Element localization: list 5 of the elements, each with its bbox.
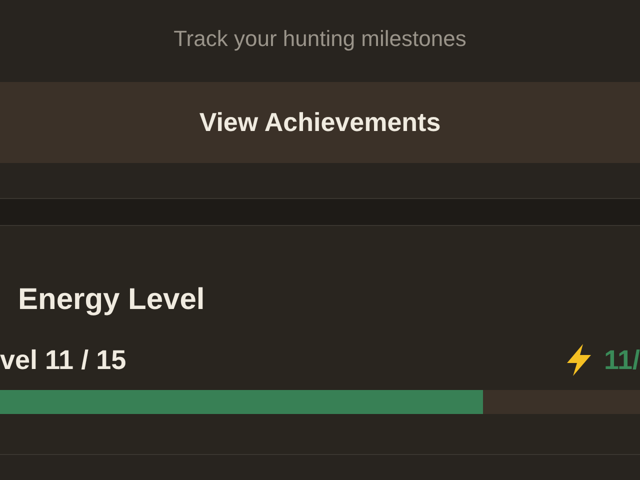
card-title: Energy Level — [18, 283, 205, 316]
view-achievements-button[interactable]: View Achievements — [0, 82, 640, 163]
energy-reading: 11/ — [604, 344, 640, 377]
level-label: vel 11 / 15 — [0, 344, 126, 377]
subtitle: Track your hunting milestones — [174, 25, 466, 53]
